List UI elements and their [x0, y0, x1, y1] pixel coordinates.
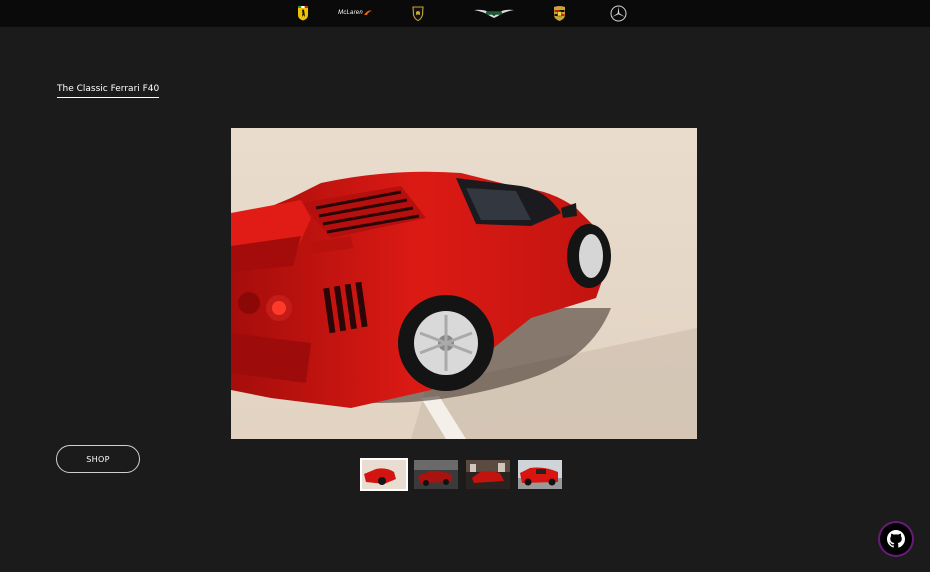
github-link[interactable]: [880, 523, 912, 555]
shop-button[interactable]: SHOP: [56, 445, 140, 473]
thumbnail-2[interactable]: [414, 460, 458, 489]
thumbnail-4[interactable]: [518, 460, 562, 489]
hero-image: [231, 128, 697, 439]
aston-martin-logo[interactable]: [473, 2, 515, 24]
thumbnail-3[interactable]: [466, 460, 510, 489]
mclaren-wordmark: McLaren: [338, 10, 363, 16]
mclaren-logo[interactable]: McLaren: [336, 2, 374, 24]
github-icon: [887, 530, 905, 548]
page-title[interactable]: The Classic Ferrari F40: [57, 84, 160, 98]
porsche-logo[interactable]: [552, 2, 566, 24]
ferrari-logo[interactable]: [296, 2, 310, 24]
mercedes-logo[interactable]: [609, 2, 627, 24]
lamborghini-logo[interactable]: [411, 2, 425, 24]
thumbnail-1[interactable]: [360, 458, 408, 491]
brand-navbar: McLaren: [0, 0, 930, 27]
